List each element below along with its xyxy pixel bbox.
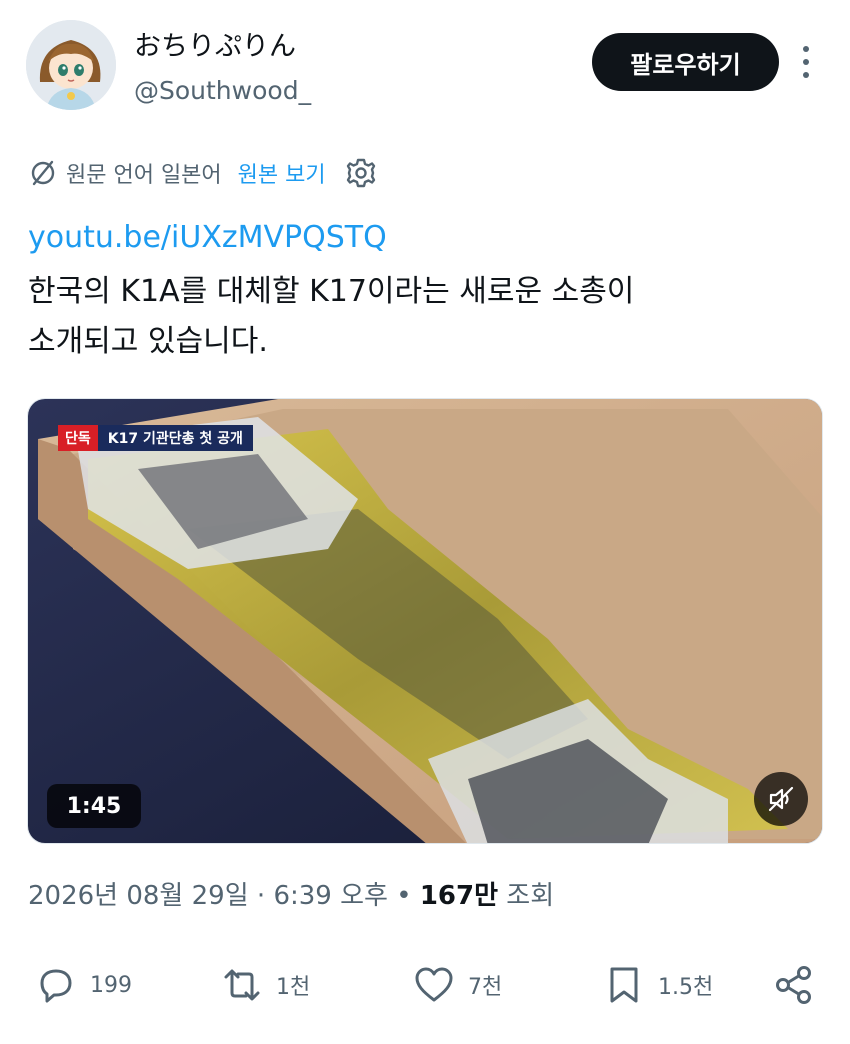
retweet-count: 1천 [276, 975, 311, 1000]
video-thumbnail [28, 399, 822, 843]
retweet-button[interactable]: 1천 [220, 955, 310, 1015]
meta-separator: · [248, 881, 274, 911]
more-options-icon[interactable] [794, 42, 818, 82]
exclusive-badge: 단독 [58, 425, 98, 451]
bookmark-icon [610, 967, 638, 1003]
tweet-meta: 2026년 08월 29일 · 6:39 오후 • 167만 조회 [28, 875, 554, 912]
gear-icon[interactable] [344, 156, 378, 190]
translation-source-text: 원문 언어 일본어 [66, 163, 222, 188]
bookmark-count: 1.5천 [658, 975, 714, 1000]
reply-count: 199 [90, 972, 132, 998]
bookmark-button[interactable]: 1.5천 [602, 955, 713, 1015]
avatar-character-icon [26, 20, 116, 110]
muted-speaker-icon[interactable] [754, 772, 808, 826]
tweet-text: 한국의 K1A를 대체할 K17이라는 새로운 소총이 소개되고 있습니다. [28, 267, 818, 367]
avatar[interactable] [26, 20, 116, 110]
news-badge: 단독 K17 기관단총 첫 공개 [58, 425, 253, 451]
share-icon [776, 966, 811, 1004]
news-headline-badge: K17 기관단총 첫 공개 [97, 425, 253, 451]
show-original-link[interactable]: 원본 보기 [238, 157, 326, 189]
user-handle[interactable]: @Southwood_ [134, 76, 311, 105]
speaker-icon [768, 786, 794, 812]
translation-row: 원문 언어 일본어 원본 보기 [28, 155, 378, 191]
video-player[interactable]: 단독 K17 기관단총 첫 공개 1:45 [27, 398, 823, 844]
views-label: 조회 [506, 881, 555, 911]
views-count: 167만 [419, 881, 499, 911]
tweet-date[interactable]: 2026년 08월 29일 [28, 881, 249, 911]
reply-icon [40, 969, 72, 1003]
follow-button[interactable]: 팔로우하기 [592, 33, 779, 91]
reply-button[interactable]: 199 [34, 955, 132, 1015]
display-name[interactable]: おちりぷりん [134, 24, 296, 63]
tweet-text-line-2: 소개되고 있습니다. [28, 324, 268, 359]
action-bar: 199 1천 7천 1.5천 [0, 955, 850, 1015]
meta-separator: • [387, 881, 420, 911]
heart-icon [415, 967, 453, 1002]
like-button[interactable]: 7천 [412, 955, 502, 1015]
tweet-link[interactable]: youtu.be/iUXzMVPQSTQ [28, 220, 387, 255]
video-duration: 1:45 [47, 784, 141, 828]
like-count: 7천 [468, 975, 503, 1000]
share-button[interactable] [772, 955, 816, 1015]
retweet-icon [224, 969, 260, 1001]
tweet-time[interactable]: 6:39 오후 [273, 881, 388, 911]
tweet-text-line-1: 한국의 K1A를 대체할 K17이라는 새로운 소총이 [28, 274, 635, 309]
translate-off-icon [31, 160, 55, 186]
